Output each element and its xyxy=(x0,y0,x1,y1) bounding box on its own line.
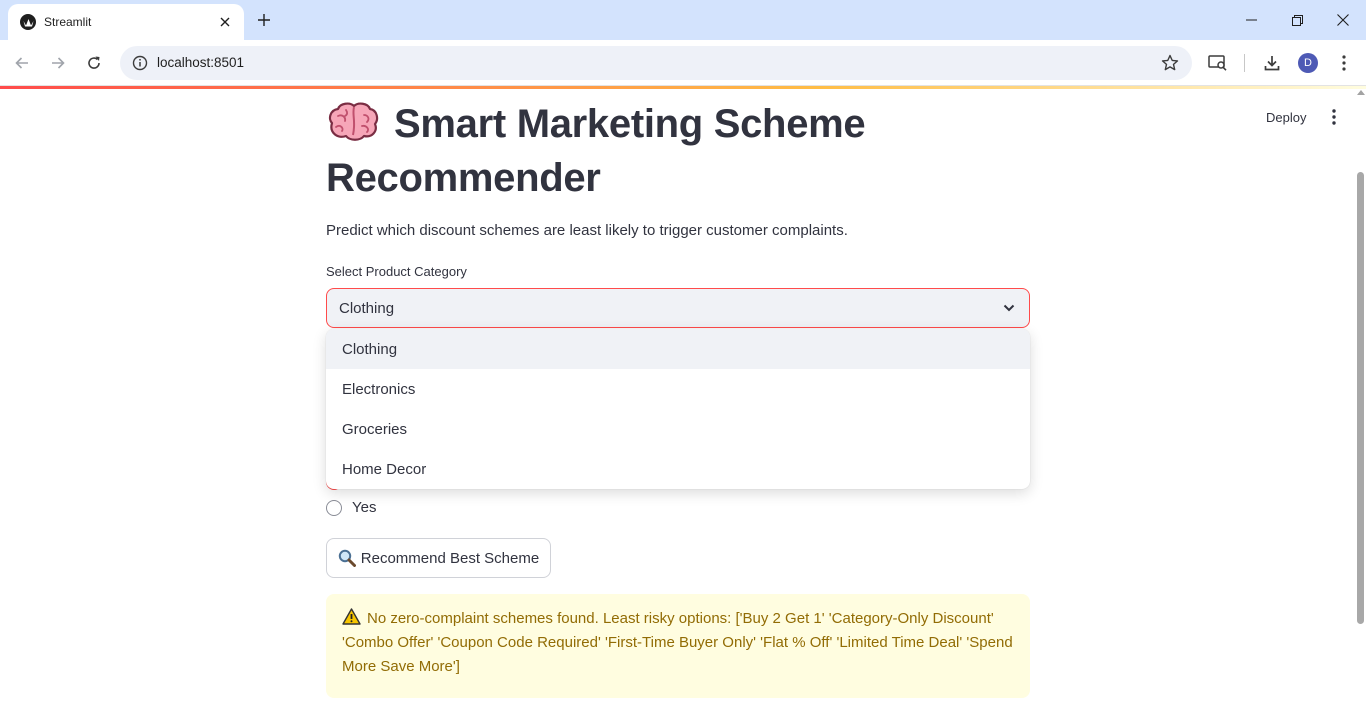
back-icon[interactable] xyxy=(8,49,36,77)
page-title: Smart Marketing Scheme Recommender xyxy=(326,97,946,205)
recommend-button-label: Recommend Best Scheme xyxy=(360,549,540,567)
dropdown-option-electronics[interactable]: Electronics xyxy=(326,369,1030,409)
recommend-button[interactable]: Recommend Best Scheme xyxy=(326,538,551,578)
brain-icon xyxy=(326,101,380,141)
minimize-icon[interactable] xyxy=(1228,0,1274,40)
streamlit-favicon-icon xyxy=(20,14,36,30)
new-tab-plus-icon[interactable] xyxy=(252,8,276,32)
page-subtitle: Predict which discount schemes are least… xyxy=(326,222,848,239)
browser-tab[interactable]: Streamlit xyxy=(8,4,244,40)
restore-icon[interactable] xyxy=(1274,0,1320,40)
forward-icon[interactable] xyxy=(44,49,72,77)
warning-message: No zero-complaint schemes found. Least r… xyxy=(342,610,1013,675)
tab-title: Streamlit xyxy=(44,15,92,29)
url-text: localhost:8501 xyxy=(157,55,245,70)
site-info-icon[interactable] xyxy=(130,53,150,73)
warning-text: No zero-complaint schemes found. Least r… xyxy=(342,607,1014,679)
radio-option-yes[interactable]: Yes xyxy=(326,499,376,516)
page-scrollbar[interactable] xyxy=(1357,172,1364,624)
warning-icon xyxy=(342,608,361,625)
deploy-button[interactable]: Deploy xyxy=(1256,104,1316,130)
warning-alert: No zero-complaint schemes found. Least r… xyxy=(326,594,1030,698)
chevron-down-icon[interactable] xyxy=(1001,300,1017,316)
browser-toolbar: localhost:8501 D xyxy=(0,40,1366,86)
address-bar[interactable]: localhost:8501 xyxy=(120,46,1192,80)
star-icon[interactable] xyxy=(1160,53,1180,73)
dropdown-option-clothing[interactable]: Clothing xyxy=(326,329,1030,369)
download-icon[interactable] xyxy=(1260,51,1284,75)
category-select-value: Clothing xyxy=(339,299,395,317)
category-select-label: Select Product Category xyxy=(326,264,467,279)
streamlit-decoration-bar xyxy=(0,86,1366,89)
close-window-icon[interactable] xyxy=(1320,0,1366,40)
category-dropdown-menu: Clothing Electronics Groceries Home Deco… xyxy=(326,329,1030,489)
radio-circle[interactable] xyxy=(326,499,342,516)
profile-avatar[interactable]: D xyxy=(1298,53,1318,73)
tab-close-icon[interactable] xyxy=(216,13,234,31)
browser-menu-icon[interactable] xyxy=(1332,51,1356,75)
page-title-text: Smart Marketing Scheme Recommender xyxy=(326,102,866,200)
toolbar-separator xyxy=(1244,54,1245,72)
dropdown-option-groceries[interactable]: Groceries xyxy=(326,409,1030,449)
radio-label-yes: Yes xyxy=(352,499,377,516)
browser-tabstrip: Streamlit xyxy=(0,0,1366,40)
app-menu-icon[interactable] xyxy=(1324,106,1344,128)
category-select[interactable]: Clothing xyxy=(326,288,1030,328)
reload-icon[interactable] xyxy=(80,49,108,77)
magnifier-icon xyxy=(338,549,356,567)
cast-search-icon[interactable] xyxy=(1206,51,1230,75)
scroll-up-arrow[interactable] xyxy=(1357,90,1365,95)
dropdown-option-home-decor[interactable]: Home Decor xyxy=(326,449,1030,489)
